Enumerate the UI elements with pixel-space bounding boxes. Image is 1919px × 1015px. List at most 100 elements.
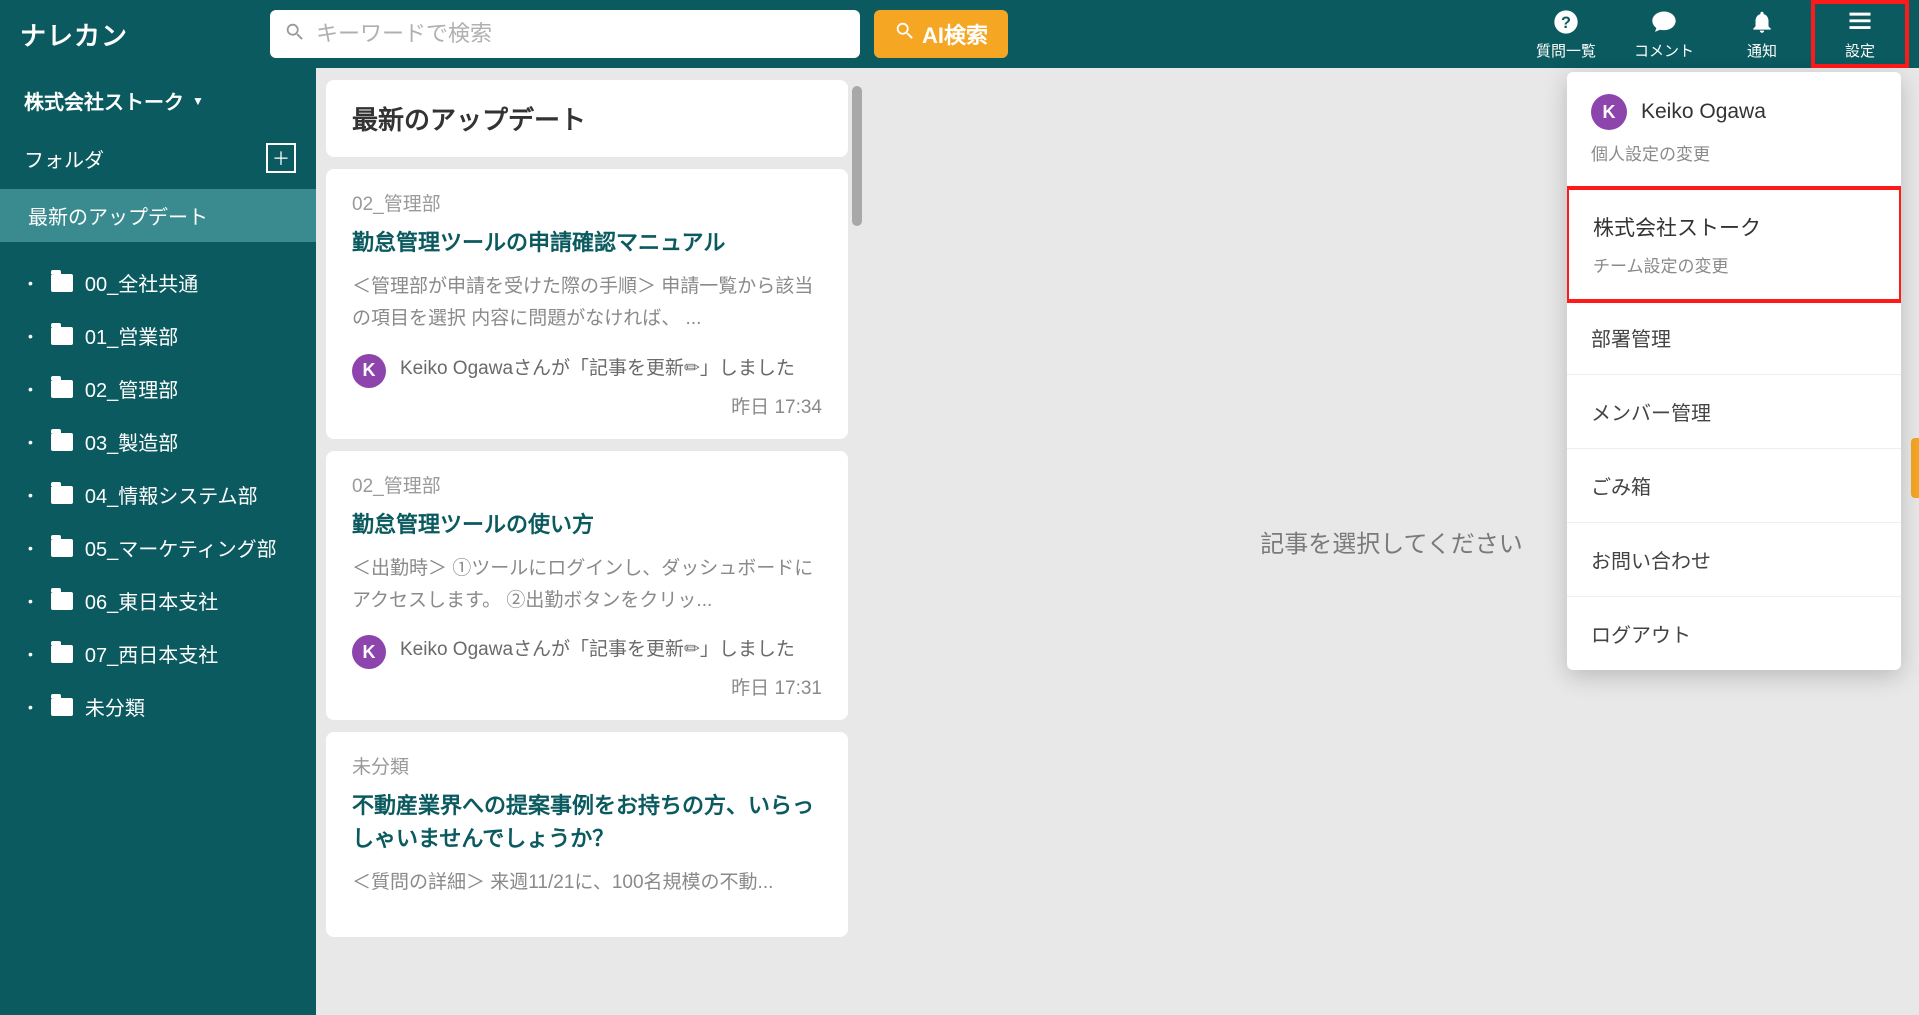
- notifications-label: 通知: [1747, 40, 1777, 61]
- folder-icon: [51, 380, 73, 398]
- sidebar-active-item[interactable]: 最新のアップデート: [0, 189, 316, 242]
- avatar: K: [352, 354, 386, 388]
- updates-heading-card: 最新のアップデート: [326, 80, 848, 157]
- article-card[interactable]: 02_管理部 勤怠管理ツールの使い方 ＜出勤時＞ ①ツールにログインし、ダッシュ…: [326, 451, 848, 721]
- folder-item-label: 06_東日本支社: [85, 586, 218, 615]
- folder-item[interactable]: 00_全社共通: [0, 256, 316, 309]
- folder-item-label: 05_マーケティング部: [85, 533, 277, 562]
- add-folder-button[interactable]: ＋: [266, 143, 296, 173]
- search-icon: [284, 21, 306, 48]
- app-body: 株式会社ストーク ▼ フォルダ ＋ 最新のアップデート 00_全社共通 01_営…: [0, 68, 1919, 1015]
- folder-item-label: 04_情報システム部: [85, 480, 258, 509]
- folder-item[interactable]: 06_東日本支社: [0, 574, 316, 627]
- updates-column: 最新のアップデート 02_管理部 勤怠管理ツールの申請確認マニュアル ＜管理部が…: [316, 68, 864, 1015]
- article-action: Keiko Ogawaさんが「記事を更新✏」しました: [400, 635, 822, 665]
- article-time: 昨日 17:34: [352, 392, 822, 419]
- comments-button[interactable]: コメント: [1615, 0, 1713, 68]
- article-view-pane: 記事を選択してください K Keiko Ogawa 個人設定の変更 株式会社スト…: [864, 68, 1919, 1015]
- folder-header: フォルダ ＋: [0, 133, 316, 183]
- folder-item[interactable]: 02_管理部: [0, 362, 316, 415]
- article-category: 02_管理部: [352, 189, 822, 216]
- sidebar: 株式会社ストーク ▼ フォルダ ＋ 最新のアップデート 00_全社共通 01_営…: [0, 68, 316, 1015]
- folder-icon: [51, 274, 73, 292]
- folder-icon: [51, 645, 73, 663]
- folder-icon: [51, 327, 73, 345]
- article-card[interactable]: 未分類 不動産業界への提案事例をお持ちの方、いらっしゃいませんでしょうか？ ＜質…: [326, 732, 848, 937]
- article-meta: K Keiko Ogawaさんが「記事を更新✏」しました: [352, 635, 822, 669]
- folder-icon: [51, 698, 73, 716]
- bell-icon: [1748, 8, 1776, 36]
- company-selector[interactable]: 株式会社ストーク ▼: [0, 82, 316, 133]
- app-header: ナレカン AI検索 ? 質問一覧 コメント 通知: [0, 0, 1919, 68]
- menu-team-name: 株式会社ストーク: [1593, 212, 1761, 242]
- folder-item-label: 02_管理部: [85, 374, 178, 403]
- menu-item-contact[interactable]: お問い合わせ: [1567, 523, 1901, 597]
- article-action: Keiko Ogawaさんが「記事を更新✏」しました: [400, 354, 822, 384]
- chevron-down-icon: ▼: [192, 94, 204, 108]
- folder-icon: [51, 592, 73, 610]
- folder-item-label: 01_営業部: [85, 321, 178, 350]
- article-title: 勤怠管理ツールの使い方: [352, 508, 822, 541]
- folder-icon: [51, 486, 73, 504]
- help-icon: ?: [1552, 8, 1580, 36]
- svg-text:?: ?: [1561, 13, 1571, 31]
- article-title: 勤怠管理ツールの申請確認マニュアル: [352, 226, 822, 259]
- menu-item-logout[interactable]: ログアウト: [1567, 597, 1901, 670]
- avatar: K: [1591, 94, 1627, 130]
- search-icon: [894, 20, 916, 48]
- folder-item[interactable]: 03_製造部: [0, 415, 316, 468]
- article-excerpt: ＜出勤時＞ ①ツールにログインし、ダッシュボードにアクセスします。 ②出勤ボタン…: [352, 553, 822, 618]
- settings-button[interactable]: 設定: [1811, 0, 1909, 68]
- hamburger-icon: [1846, 8, 1874, 36]
- folder-item-label: 未分類: [85, 692, 145, 721]
- comments-label: コメント: [1634, 40, 1694, 61]
- folder-icon: [51, 433, 73, 451]
- article-meta: K Keiko Ogawaさんが「記事を更新✏」しました: [352, 354, 822, 388]
- app-logo: ナレカン: [20, 16, 256, 53]
- folder-item[interactable]: 未分類: [0, 680, 316, 733]
- search-container[interactable]: [270, 10, 860, 58]
- menu-user-sub: 個人設定の変更: [1591, 140, 1877, 165]
- folder-item-label: 00_全社共通: [85, 268, 198, 297]
- ai-search-button[interactable]: AI検索: [874, 10, 1008, 58]
- menu-item-departments[interactable]: 部署管理: [1567, 301, 1901, 375]
- avatar: K: [352, 635, 386, 669]
- settings-label: 設定: [1845, 40, 1875, 61]
- folder-icon: [51, 539, 73, 557]
- side-tab-handle[interactable]: [1911, 438, 1919, 498]
- article-card[interactable]: 02_管理部 勤怠管理ツールの申請確認マニュアル ＜管理部が申請を受けた際の手順…: [326, 169, 848, 439]
- folder-item[interactable]: 04_情報システム部: [0, 468, 316, 521]
- article-excerpt: ＜管理部が申請を受けた際の手順＞ 申請一覧から該当の項目を選択 内容に問題がなけ…: [352, 271, 822, 336]
- folder-item-label: 07_西日本支社: [85, 639, 218, 668]
- menu-team-sub: チーム設定の変更: [1593, 252, 1875, 277]
- folder-list: 00_全社共通 01_営業部 02_管理部 03_製造部 04_情報システム部 …: [0, 250, 316, 739]
- settings-menu: K Keiko Ogawa 個人設定の変更 株式会社ストーク チーム設定の変更 …: [1567, 72, 1901, 670]
- folder-heading-label: フォルダ: [24, 144, 104, 173]
- menu-item-trash[interactable]: ごみ箱: [1567, 449, 1901, 523]
- article-category: 未分類: [352, 752, 822, 779]
- menu-team-section[interactable]: 株式会社ストーク チーム設定の変更: [1567, 186, 1901, 303]
- search-input[interactable]: [316, 21, 846, 47]
- folder-item-label: 03_製造部: [85, 427, 178, 456]
- folder-item[interactable]: 05_マーケティング部: [0, 521, 316, 574]
- article-excerpt: ＜質問の詳細＞ 来週11/21に、100名規模の不動...: [352, 867, 822, 899]
- menu-user-name: Keiko Ogawa: [1641, 100, 1766, 124]
- updates-scroll[interactable]: 最新のアップデート 02_管理部 勤怠管理ツールの申請確認マニュアル ＜管理部が…: [326, 80, 858, 937]
- questions-label: 質問一覧: [1536, 40, 1596, 61]
- menu-item-members[interactable]: メンバー管理: [1567, 375, 1901, 449]
- folder-item[interactable]: 01_営業部: [0, 309, 316, 362]
- header-actions: ? 質問一覧 コメント 通知 設定: [1517, 0, 1909, 68]
- ai-search-label: AI検索: [922, 18, 988, 50]
- company-name: 株式会社ストーク: [24, 86, 184, 115]
- notifications-button[interactable]: 通知: [1713, 0, 1811, 68]
- questions-button[interactable]: ? 質問一覧: [1517, 0, 1615, 68]
- placeholder-text: 記事を選択してください: [1260, 524, 1523, 559]
- menu-user-section[interactable]: K Keiko Ogawa 個人設定の変更: [1567, 72, 1901, 188]
- chat-icon: [1650, 8, 1678, 36]
- article-title: 不動産業界への提案事例をお持ちの方、いらっしゃいませんでしょうか？: [352, 789, 822, 855]
- article-category: 02_管理部: [352, 471, 822, 498]
- folder-item[interactable]: 07_西日本支社: [0, 627, 316, 680]
- article-time: 昨日 17:31: [352, 673, 822, 700]
- updates-heading: 最新のアップデート: [352, 100, 822, 137]
- scrollbar-thumb[interactable]: [852, 86, 862, 226]
